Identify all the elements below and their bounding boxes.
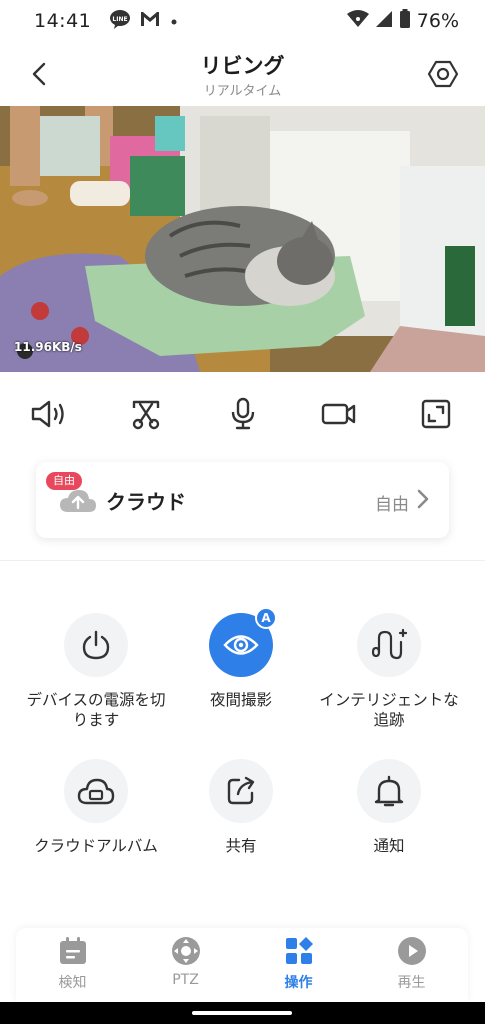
status-time: 14:41: [34, 10, 92, 32]
settings-button[interactable]: [423, 54, 463, 94]
page-subtitle: リアルタイム: [203, 84, 282, 99]
speaker-icon: [31, 400, 64, 428]
settings-hexagon-icon: [427, 60, 459, 88]
nav-detection[interactable]: 検知: [16, 928, 129, 1002]
cloud-album-label: クラウドアルバム: [34, 837, 158, 855]
smart-tracking-label: インテリジェントな追跡: [319, 691, 459, 729]
video-frame-image: [0, 106, 485, 372]
night-vision-circle: A: [209, 607, 277, 677]
bell-icon: [374, 775, 404, 807]
system-gesture-bar: [0, 1002, 485, 1024]
app-header: リビング リアルタイム: [0, 42, 485, 106]
auto-badge: A: [255, 607, 277, 629]
cloud-album-circle: [64, 759, 128, 823]
wifi-icon: [346, 10, 369, 32]
nav-detection-label: 検知: [58, 975, 87, 991]
chevron-right-icon: [417, 489, 429, 513]
battery-percent: 76%: [416, 10, 459, 32]
notification-circle: [357, 759, 421, 823]
share-icon: [227, 776, 255, 805]
video-toolbar: [0, 394, 485, 440]
share-circle: [209, 759, 273, 823]
fullscreen-icon: [421, 399, 451, 429]
bottom-navigation: 検知 PTZ 操作 再生: [16, 928, 468, 1002]
page-title: リビング: [200, 54, 285, 78]
home-gesture-handle[interactable]: [192, 1011, 292, 1015]
cloud-status: 自由: [375, 495, 409, 515]
bitrate-readout: 11.96KB/s: [14, 340, 82, 354]
microphone-icon: [231, 397, 254, 430]
operation-grid-icon: [285, 937, 313, 964]
cloud-storage-card[interactable]: 自由 クラウド 自由: [36, 462, 449, 538]
nav-operation[interactable]: 操作: [242, 928, 355, 1002]
dot-icon: [169, 12, 179, 31]
nav-ptz-label: PTZ: [172, 972, 199, 988]
speaker-button[interactable]: [29, 394, 69, 434]
power-icon: [82, 630, 110, 660]
line-icon: LINE: [109, 9, 131, 33]
play-icon: [397, 937, 426, 965]
screenshot-scissors-icon: [132, 400, 159, 430]
nav-operation-label: 操作: [284, 975, 313, 991]
smart-tracking-circle: [357, 613, 421, 677]
record-video-icon: [322, 403, 356, 425]
notification-label: 通知: [373, 837, 405, 855]
power-off-label: デバイスの電源を切ります: [26, 691, 166, 729]
nav-playback[interactable]: 再生: [355, 928, 468, 1002]
night-vision-button[interactable]: A 夜間撮影: [166, 607, 316, 710]
microphone-button[interactable]: [223, 394, 263, 434]
status-indicators: 76%: [346, 9, 459, 33]
cloud-label: クラウド: [106, 490, 186, 514]
smart-tracking-button[interactable]: インテリジェントな追跡: [314, 613, 464, 730]
nav-ptz[interactable]: PTZ: [129, 928, 242, 1002]
night-vision-label: 夜間撮影: [209, 691, 272, 709]
signal-icon: [375, 10, 393, 32]
ptz-icon: [171, 937, 200, 965]
gmail-icon: [139, 10, 161, 32]
power-button-circle: [64, 613, 128, 677]
battery-icon: [399, 9, 411, 33]
nav-playback-label: 再生: [397, 975, 426, 991]
eye-icon: [223, 635, 259, 655]
cloud-album-icon: [77, 778, 115, 805]
screenshot-button[interactable]: [126, 394, 166, 434]
share-label: 共有: [225, 837, 257, 855]
tracking-icon: [371, 628, 407, 660]
power-off-button[interactable]: デバイスの電源を切ります: [21, 613, 171, 730]
live-video-feed[interactable]: 11.96KB/s: [0, 106, 485, 372]
svg-text:LINE: LINE: [113, 16, 128, 23]
section-divider: [0, 560, 485, 561]
notification-button[interactable]: 通知: [314, 759, 464, 856]
cloud-album-button[interactable]: クラウドアルバム: [21, 759, 171, 856]
status-app-icons: LINE: [109, 9, 179, 33]
fullscreen-button[interactable]: [416, 394, 456, 434]
record-button[interactable]: [319, 394, 359, 434]
share-button[interactable]: 共有: [166, 759, 316, 856]
calendar-icon: [59, 937, 86, 964]
status-bar: 14:41 LINE 76%: [0, 0, 485, 42]
cloud-upload-icon: [58, 486, 98, 518]
